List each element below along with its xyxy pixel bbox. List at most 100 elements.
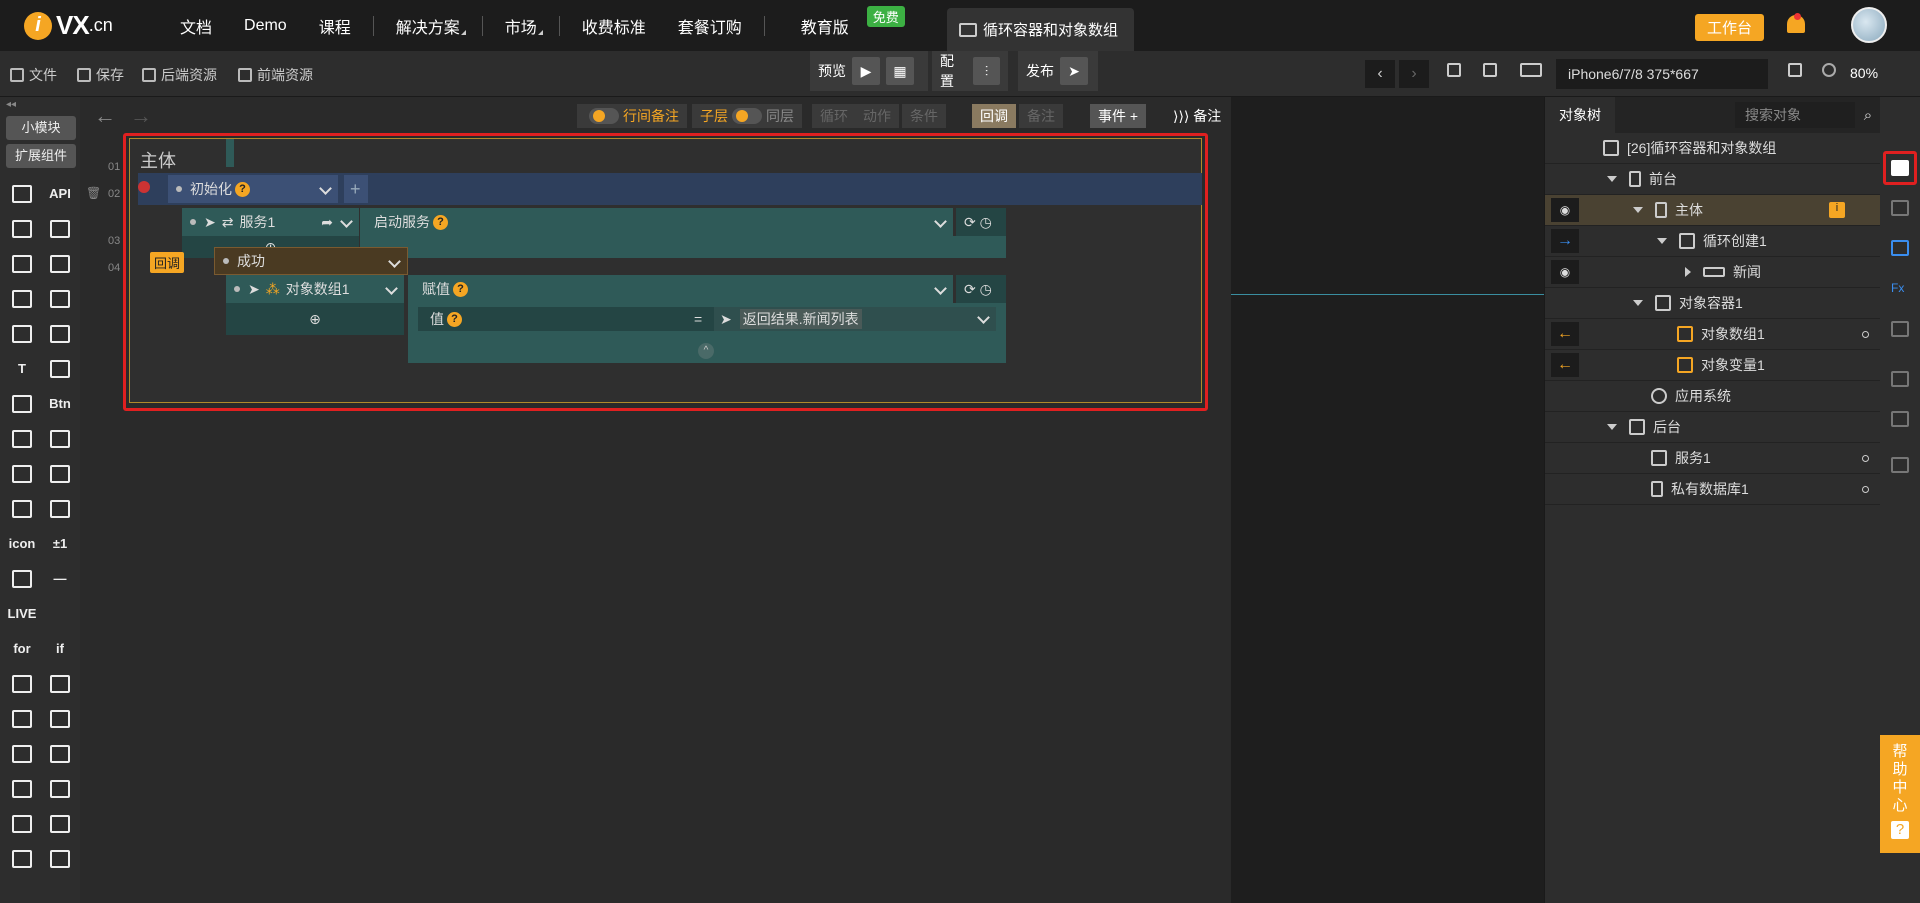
- nav-market[interactable]: 市场: [489, 0, 553, 51]
- form-icon[interactable]: [4, 458, 40, 489]
- translate-icon[interactable]: [42, 353, 78, 384]
- dots-icon[interactable]: [4, 703, 40, 734]
- component-23[interactable]: —: [42, 563, 78, 594]
- copy-icon[interactable]: [42, 283, 78, 314]
- component-26[interactable]: for: [4, 633, 40, 664]
- component-24[interactable]: LIVE: [4, 598, 40, 629]
- hourglass-icon[interactable]: [4, 843, 40, 874]
- document-tab[interactable]: 循环容器和对象数组: [947, 8, 1134, 51]
- success-callback-block[interactable]: 成功: [214, 247, 408, 275]
- device-icon[interactable]: [1520, 63, 1547, 77]
- form2-icon[interactable]: [42, 458, 78, 489]
- condition-button[interactable]: 条件: [902, 104, 946, 128]
- zoom-out-icon[interactable]: [1822, 63, 1841, 77]
- backend-resources-button[interactable]: 后端资源: [142, 65, 217, 85]
- notification-bell-icon[interactable]: [1785, 13, 1807, 37]
- refresh-and-timer-icons[interactable]: ⟳ ◷: [956, 208, 1006, 236]
- tree-item-frontend[interactable]: 前台: [1545, 164, 1881, 195]
- cube-icon[interactable]: [4, 178, 40, 209]
- expand-icon[interactable]: [1633, 300, 1643, 306]
- gallery-icon[interactable]: [42, 668, 78, 699]
- remove-icon[interactable]: [138, 181, 150, 193]
- nav-packages[interactable]: 套餐订购: [662, 0, 758, 51]
- chat-icon[interactable]: [1891, 240, 1909, 256]
- qr-icon[interactable]: [4, 563, 40, 594]
- map-icon[interactable]: [42, 493, 78, 524]
- undo-arrow-icon[interactable]: ←: [94, 103, 116, 129]
- workbench-button[interactable]: 工作台: [1695, 14, 1765, 41]
- add-icon[interactable]: +: [344, 175, 368, 203]
- edit-icon[interactable]: [4, 388, 40, 419]
- file-menu[interactable]: 文件: [10, 65, 57, 85]
- swap-icon[interactable]: [1891, 371, 1909, 387]
- nav-solutions[interactable]: 解决方案: [380, 0, 476, 51]
- tree-item-loop-create[interactable]: → 循环创建1: [1545, 226, 1881, 257]
- tree-item-private-db[interactable]: 私有数据库1: [1545, 474, 1881, 505]
- loop-button[interactable]: 循环: [812, 104, 856, 128]
- save-button[interactable]: 保存: [77, 65, 124, 85]
- component-21[interactable]: ±1: [42, 528, 78, 559]
- trash-icon[interactable]: 🗑: [86, 186, 101, 200]
- code-icon[interactable]: [42, 843, 78, 874]
- expand-icon[interactable]: [1607, 176, 1617, 182]
- extension-component-button[interactable]: 扩展组件: [6, 144, 76, 168]
- nav-pricing[interactable]: 收费标准: [566, 0, 662, 51]
- assign-block[interactable]: 赋值?: [408, 275, 953, 303]
- tree-item-app-system[interactable]: 应用系统: [1545, 381, 1881, 412]
- tree-item-service[interactable]: 服务1: [1545, 443, 1881, 474]
- sliders-icon[interactable]: ⫶: [973, 57, 1000, 85]
- expand-icon[interactable]: [1657, 238, 1667, 244]
- info-icon[interactable]: i: [1829, 202, 1845, 218]
- add-child-icon[interactable]: ⊕: [226, 303, 404, 335]
- device-selector[interactable]: iPhone6/7/8 375*667: [1556, 59, 1768, 89]
- value-expression-field[interactable]: ➤ 返回结果.新闻列表: [714, 307, 996, 331]
- sliders-icon[interactable]: [4, 738, 40, 769]
- eye-icon[interactable]: ◉: [1551, 198, 1579, 222]
- component-25[interactable]: [42, 598, 78, 629]
- nav-demo[interactable]: Demo: [228, 0, 303, 51]
- gear-icon[interactable]: [42, 213, 78, 244]
- play-icon[interactable]: ▶: [852, 57, 880, 85]
- collapse-up-icon[interactable]: ^: [698, 343, 714, 359]
- function-icon[interactable]: Fx: [1891, 281, 1909, 297]
- expand-icon[interactable]: [1633, 207, 1643, 213]
- help-icon[interactable]: ?: [453, 281, 468, 297]
- help-icon[interactable]: ?: [235, 181, 250, 197]
- list-icon[interactable]: [4, 283, 40, 314]
- eye-icon[interactable]: ◉: [1551, 260, 1579, 284]
- video-icon[interactable]: [42, 423, 78, 454]
- table-icon[interactable]: [42, 738, 78, 769]
- tune-icon[interactable]: [42, 808, 78, 839]
- tree-item-root[interactable]: [26]循环容器和对象数组: [1545, 133, 1881, 164]
- expand-icon[interactable]: [1607, 424, 1617, 430]
- distribute-icon[interactable]: [1483, 63, 1502, 77]
- lock-icon[interactable]: [1891, 411, 1909, 427]
- component-1[interactable]: API: [42, 178, 78, 209]
- action-button[interactable]: 动作: [855, 104, 899, 128]
- back-icon[interactable]: ‹: [1365, 60, 1395, 88]
- tree-item-backend[interactable]: 后台: [1545, 412, 1881, 443]
- note-button[interactable]: 备注: [1019, 104, 1063, 128]
- redo-arrow-icon[interactable]: →: [130, 103, 152, 129]
- layer-toggle[interactable]: 子层 同层: [692, 104, 802, 128]
- arrow-left-icon[interactable]: ←: [1551, 353, 1579, 377]
- fit-screen-icon[interactable]: [1788, 63, 1807, 77]
- settings-panel-icon[interactable]: [1891, 200, 1909, 216]
- share-arrow-icon[interactable]: ➦: [321, 214, 333, 231]
- refresh-and-timer-icons[interactable]: ⟳ ◷: [956, 275, 1006, 303]
- info-panel-icon[interactable]: [1891, 160, 1909, 176]
- image-icon[interactable]: [4, 318, 40, 349]
- component-13[interactable]: Btn: [42, 388, 78, 419]
- small-module-button[interactable]: 小模块: [6, 116, 76, 140]
- object-array-block[interactable]: ➤ ⁂ 对象数组1: [226, 275, 404, 303]
- music-icon[interactable]: [4, 423, 40, 454]
- logo[interactable]: i VX .cn: [24, 10, 144, 41]
- search-object-input[interactable]: 搜索对象: [1735, 102, 1855, 128]
- arrow-left-icon[interactable]: ←: [1551, 322, 1579, 346]
- tree-item-news[interactable]: ◉ 新闻: [1545, 257, 1881, 288]
- tree-item-main[interactable]: ◉ 主体 i: [1545, 195, 1881, 226]
- send-icon[interactable]: ➤: [1060, 57, 1088, 85]
- collapse-icon[interactable]: ◂◂: [0, 97, 80, 112]
- tree-item-object-container[interactable]: 对象容器1: [1545, 288, 1881, 319]
- search-icon[interactable]: ⌕: [1857, 102, 1879, 128]
